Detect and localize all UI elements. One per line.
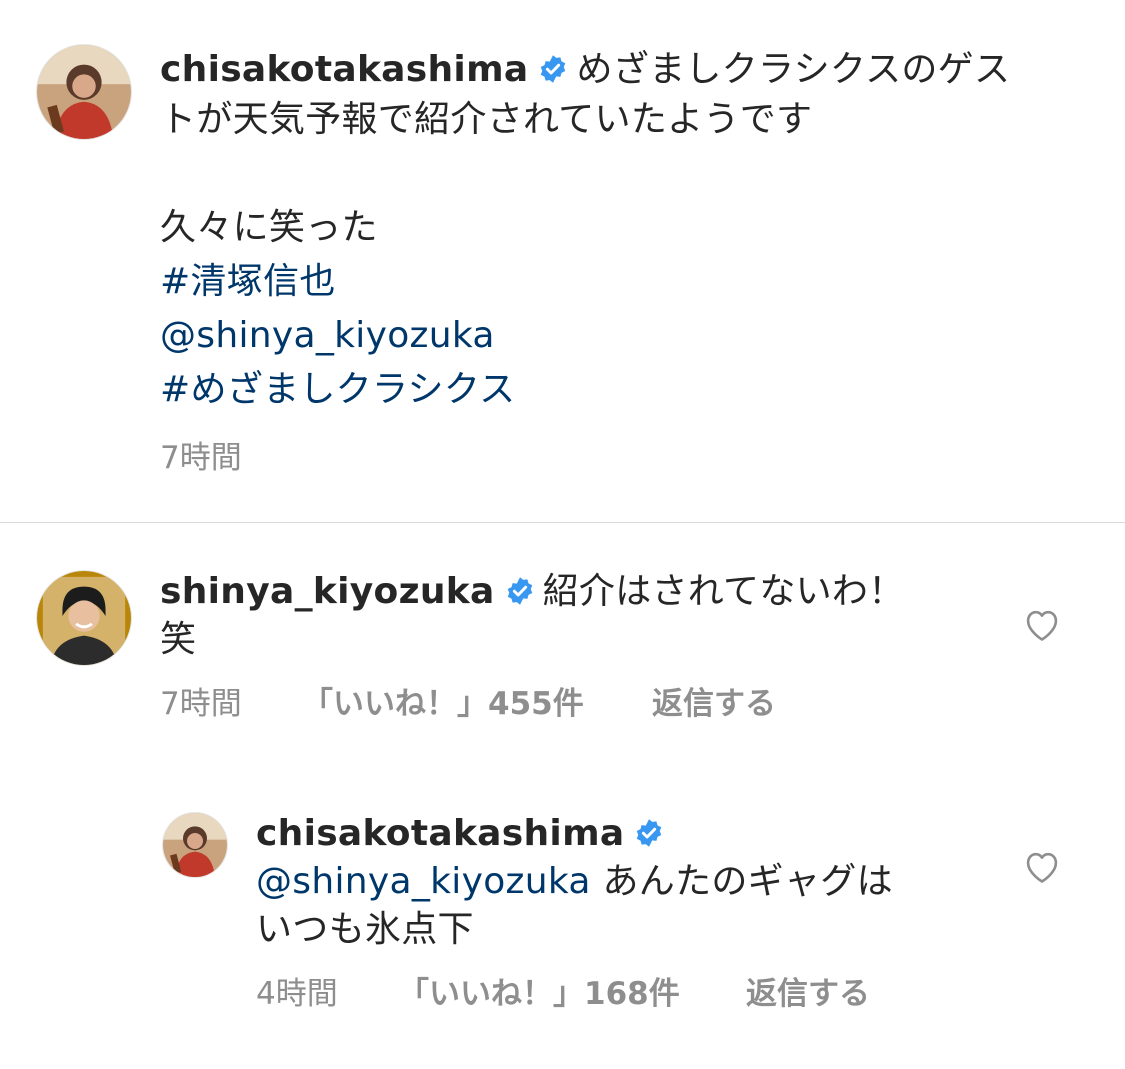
comment-likes-count[interactable]: 「いいね！」455件 (302, 684, 584, 724)
reply-button[interactable]: 返信する (652, 684, 776, 724)
mention-link[interactable]: @shinya_kiyozuka (256, 861, 591, 902)
mention-link[interactable]: @shinya_kiyozuka (160, 310, 495, 362)
comment-timestamp[interactable]: 7時間 (160, 684, 242, 724)
avatar-shinya-kiyozuka[interactable] (36, 570, 132, 666)
reply-timestamp[interactable]: 4時間 (256, 974, 338, 1014)
caption-text-1: めざましクラシクスのゲス (576, 49, 1011, 90)
comment-text-2: 笑 (160, 619, 197, 660)
verified-badge-icon (505, 576, 535, 606)
avatar-photo (163, 813, 227, 877)
caption-username[interactable]: chisakotakashima (160, 49, 528, 90)
reply-line-1: chisakotakashima (256, 808, 672, 860)
divider (0, 522, 1125, 523)
verified-badge-icon (634, 818, 664, 848)
caption-line-1: chisakotakashima めざましクラシクスのゲス (160, 44, 1010, 96)
like-heart-icon[interactable] (1022, 606, 1062, 642)
comment-username[interactable]: shinya_kiyozuka (160, 571, 495, 612)
verified-badge-icon (538, 54, 568, 84)
caption-text-3: 久々に笑った (160, 207, 378, 248)
like-heart-icon[interactable] (1022, 848, 1062, 884)
avatar-chisakotakashima[interactable] (162, 812, 228, 878)
avatar-photo (37, 45, 131, 139)
comment-line-1: shinya_kiyozuka 紹介はされてないわ！ (160, 566, 905, 618)
hashtag-link[interactable]: #めざましクラシクス (160, 364, 515, 416)
avatar-chisakotakashima[interactable] (36, 44, 132, 140)
comment-text-1: 紹介はされてないわ！ (542, 571, 905, 612)
avatar-photo (37, 571, 131, 665)
reply-line-2: @shinya_kiyozuka あんたのギャグは (256, 856, 893, 908)
reply-text-2: いつも氷点下 (256, 909, 474, 950)
hashtag-link[interactable]: #清塚信也 (160, 256, 336, 308)
reply-text-1: あんたのギャグは (602, 861, 893, 902)
reply-button[interactable]: 返信する (746, 974, 870, 1014)
caption-timestamp[interactable]: 7時間 (160, 438, 242, 478)
reply-likes-count[interactable]: 「いいね！」168件 (398, 974, 680, 1014)
reply-username[interactable]: chisakotakashima (256, 813, 624, 854)
caption-text-2: トが天気予報で紹介されていたようです (160, 99, 813, 140)
